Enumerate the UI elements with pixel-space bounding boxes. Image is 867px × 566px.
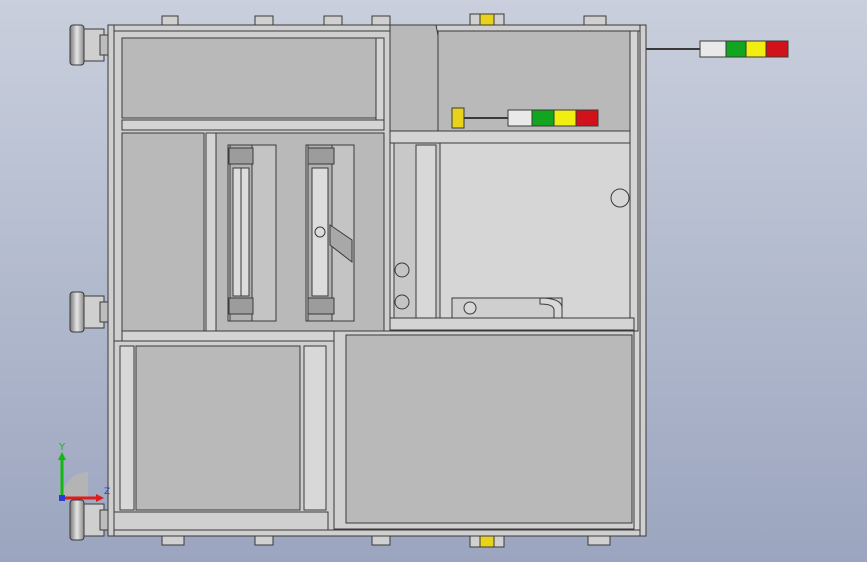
lower-left-cabinet — [113, 340, 335, 531]
lower-left-panel — [135, 345, 301, 511]
feed-conveyor — [451, 297, 563, 319]
linear-slide-left — [227, 144, 277, 322]
linear-slide-right — [305, 144, 355, 322]
machine-top-view-drawing: Y Z — [0, 0, 867, 562]
lower-right-panel — [345, 334, 633, 524]
caster-wheel-icon — [69, 24, 109, 66]
axis-y-label: Y — [58, 442, 66, 453]
upper-storage-panel — [121, 37, 377, 119]
caster-wheel-icon — [69, 499, 109, 541]
left-side-panel — [121, 132, 205, 332]
top-latch — [479, 13, 495, 26]
lower-right-cabinet — [333, 330, 635, 530]
axis-z-label: Z — [104, 487, 110, 497]
cad-viewport[interactable]: Y Z — [0, 0, 867, 562]
bottom-latch — [479, 535, 495, 548]
caster-wheel-icon — [69, 291, 109, 333]
proximity-sensor — [451, 107, 465, 129]
